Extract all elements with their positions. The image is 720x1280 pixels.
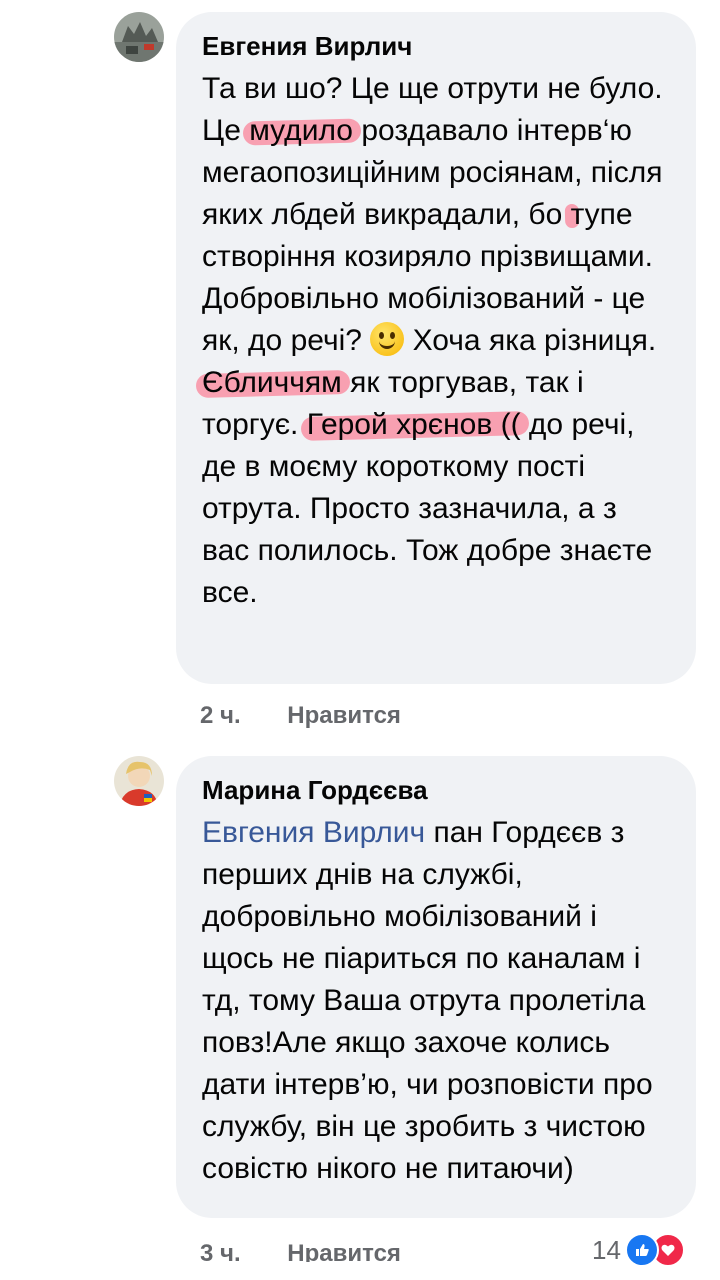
bottom-edge	[0, 1262, 720, 1280]
reaction-count: 14	[592, 1234, 621, 1265]
comment-text: Евгения Вирлич пан Гордєєв з перших днів…	[202, 812, 670, 1190]
comment-author[interactable]: Евгения Вирлич	[202, 30, 670, 62]
comment-text: Та ви шо? Це ще отрути не було. Це мудил…	[202, 68, 670, 614]
highlighted-phrase: Герой хрєнов ((	[306, 408, 521, 441]
comment-time[interactable]: 2 ч.	[200, 702, 241, 729]
text-segment: Хоча яка різниця.	[404, 324, 657, 357]
avatar[interactable]	[114, 756, 164, 806]
avatar[interactable]	[114, 12, 164, 62]
comment-author[interactable]: Марина Гордєєва	[202, 774, 670, 806]
highlighted-phrase: Єбличчям	[202, 366, 342, 399]
highlighted-phrase: мудило	[249, 114, 353, 147]
text-segment: пан Гордєєв з перших днів на службі, доб…	[202, 816, 653, 1185]
smile-emoji-icon	[370, 322, 405, 356]
comment-meta: 2 ч. Нравится	[200, 702, 401, 730]
comment-bubble: Марина Гордєєва Евгения Вирлич пан Гордє…	[176, 756, 696, 1218]
comment-bubble: Евгения Вирлич Та ви шо? Це ще отрути не…	[176, 12, 696, 684]
like-button[interactable]: Нравится	[287, 702, 401, 729]
comments-thread: Евгения Вирлич Та ви шо? Це ще отрути не…	[0, 0, 720, 1280]
mention-link[interactable]: Евгения Вирлич	[202, 816, 425, 849]
like-icon	[624, 1233, 659, 1267]
